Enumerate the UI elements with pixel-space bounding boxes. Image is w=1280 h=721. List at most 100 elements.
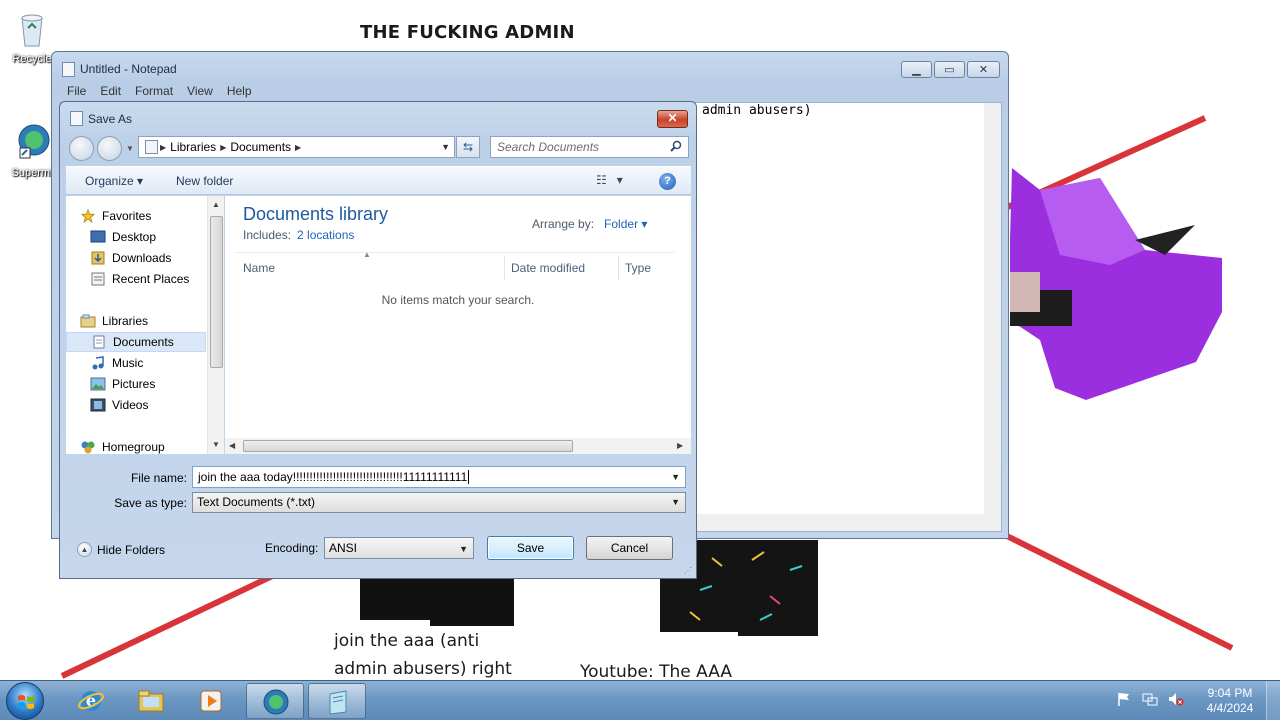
app-shortcut-icon [263, 689, 289, 715]
forward-button[interactable] [97, 136, 122, 161]
empty-message: No items match your search. [381, 293, 535, 307]
sort-ascending-icon: ▲ [363, 250, 371, 259]
encoding-select[interactable]: ANSI ▼ [324, 537, 474, 559]
nav-documents-label: Documents [113, 335, 174, 349]
help-button[interactable]: ? [659, 173, 676, 190]
meme-caption-text: join the aaa (anti admin abusers) right [334, 631, 512, 679]
change-view-button[interactable]: ☷ ▾ [596, 173, 623, 187]
nav-pictures[interactable]: Pictures [66, 374, 206, 394]
downloads-icon [91, 251, 105, 265]
organize-button[interactable]: Organize ▾ [85, 174, 143, 188]
nav-videos[interactable]: Videos [66, 395, 206, 415]
star-icon [80, 209, 96, 223]
search-input[interactable]: Search Documents [490, 136, 689, 158]
nav-music[interactable]: Music [66, 353, 206, 373]
recent-locations-dropdown-icon[interactable]: ▼ [126, 144, 134, 153]
nav-desktop[interactable]: Desktop [66, 227, 206, 247]
minimize-button[interactable]: ▁ [901, 61, 932, 78]
save-as-type-value: Text Documents (*.txt) [197, 495, 316, 509]
volume-muted-icon[interactable] [1168, 691, 1184, 707]
locations-link[interactable]: 2 locations [297, 228, 354, 242]
homegroup-icon [81, 441, 95, 454]
nav-downloads[interactable]: Downloads [66, 248, 206, 268]
nav-recent-places[interactable]: Recent Places [66, 269, 206, 289]
scroll-down-icon[interactable]: ▼ [212, 440, 220, 449]
action-center-flag-icon[interactable] [1116, 691, 1132, 707]
nav-downloads-label: Downloads [112, 251, 172, 265]
file-list-scroll-thumb[interactable] [243, 440, 573, 452]
new-folder-button[interactable]: New folder [176, 174, 233, 188]
taskbar-internet-explorer[interactable]: e [62, 683, 120, 719]
scroll-up-icon[interactable]: ▲ [212, 200, 220, 209]
taskbar-supermi[interactable] [246, 683, 304, 719]
libraries-icon [80, 314, 96, 328]
chevron-down-icon: ▾ [641, 217, 648, 231]
file-name-label: File name: [130, 471, 187, 485]
scroll-left-icon[interactable]: ◀ [229, 441, 235, 450]
notepad-scroll-corner [984, 514, 1001, 531]
nav-libraries[interactable]: Libraries [66, 311, 206, 331]
scroll-right-icon[interactable]: ▶ [677, 441, 683, 450]
file-name-input[interactable]: join the aaa today!!!!!!!!!!!!!!!!!!!!!!… [192, 466, 686, 488]
nav-pane-scrollbar[interactable]: ▲ ▼ [207, 196, 224, 454]
column-header-date-modified[interactable]: Date modified [504, 256, 585, 280]
save-as-dialog[interactable]: Save As ✕ ▼ ▶ Libraries ▶ Documents ▶ ▼ … [59, 101, 697, 579]
nav-favorites[interactable]: Favorites [66, 206, 206, 226]
library-title: Documents library [243, 204, 389, 224]
address-dropdown-icon[interactable]: ▼ [441, 142, 450, 152]
column-header-name[interactable]: Name [243, 256, 275, 280]
close-button[interactable]: ✕ [967, 61, 1000, 78]
column-header-type[interactable]: Type [618, 256, 651, 280]
nav-documents[interactable]: Documents [66, 332, 206, 352]
media-player-icon [200, 690, 222, 712]
network-icon[interactable] [1142, 691, 1158, 707]
menu-view[interactable]: View [180, 82, 220, 100]
app-shortcut-icon [18, 124, 50, 159]
nav-desktop-label: Desktop [112, 230, 157, 244]
taskbar-clock[interactable]: 9:04 PM 4/4/2024 [1200, 686, 1260, 716]
meme-title-text: THE FUCKING ADMIN [360, 22, 575, 43]
recycle-bin-icon [21, 14, 43, 47]
search-placeholder: Search Documents [497, 140, 600, 154]
taskbar-media-player[interactable] [182, 683, 240, 719]
nav-music-label: Music [112, 356, 144, 370]
save-as-type-select[interactable]: Text Documents (*.txt) ▼ [192, 492, 686, 513]
arrange-by-value: Folder [604, 217, 639, 231]
taskbar: e 9:04 PM 4/4/2024 [0, 680, 1280, 721]
show-desktop-button[interactable] [1266, 681, 1280, 721]
menu-edit[interactable]: Edit [93, 82, 128, 100]
arrange-by-dropdown[interactable]: Folder ▾ [604, 217, 647, 231]
start-button[interactable] [6, 682, 44, 720]
close-icon: ✕ [667, 111, 678, 125]
organize-label: Organize [85, 174, 134, 188]
refresh-button[interactable]: ⇆ [456, 136, 480, 158]
menu-file[interactable]: File [60, 82, 93, 100]
menu-help[interactable]: Help [220, 82, 259, 100]
breadcrumb-libraries[interactable]: Libraries [170, 140, 216, 154]
notepad-menubar: File Edit Format View Help [60, 82, 259, 100]
windows-logo-icon [18, 695, 34, 709]
menu-format[interactable]: Format [128, 82, 180, 100]
maximize-button[interactable]: ▭ [934, 61, 965, 78]
address-bar[interactable]: ▶ Libraries ▶ Documents ▶ ▼ [138, 136, 455, 158]
breadcrumb-documents[interactable]: Documents [230, 140, 291, 154]
navigation-pane: Favorites Desktop Downloads Recent Place… [66, 196, 224, 454]
back-button[interactable] [69, 136, 94, 161]
hide-folders-button[interactable]: ▲ Hide Folders [77, 542, 165, 557]
notepad-icon [62, 62, 75, 77]
taskbar-windows-explorer[interactable] [122, 683, 180, 719]
taskbar-notepad[interactable] [308, 683, 366, 719]
help-icon: ? [664, 175, 671, 187]
arrange-by: Arrange by: Folder ▾ [532, 217, 647, 231]
file-name-dropdown-icon[interactable]: ▼ [671, 467, 680, 487]
file-name-value: join the aaa today!!!!!!!!!!!!!!!!!!!!!!… [198, 470, 468, 484]
nav-pane-scroll-thumb[interactable] [210, 216, 223, 368]
nav-homegroup[interactable]: Homegroup [66, 437, 206, 457]
close-icon: ✕ [978, 64, 989, 76]
cancel-button[interactable]: Cancel [586, 536, 673, 560]
file-list-horizontal-scrollbar[interactable]: ◀ ▶ [225, 438, 691, 454]
resize-grip-icon[interactable]: ⋰ [684, 566, 694, 576]
notepad-vertical-scrollbar[interactable] [984, 103, 1001, 515]
save-button[interactable]: Save [487, 536, 574, 560]
dialog-close-button[interactable]: ✕ [657, 110, 688, 128]
